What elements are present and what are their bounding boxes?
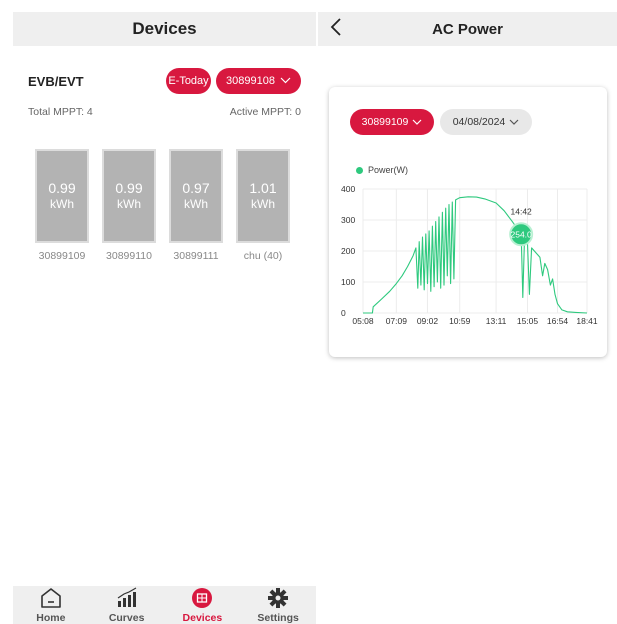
energy-value: 0.99 — [48, 180, 76, 196]
tooltip-value: 254.0 — [511, 229, 533, 239]
etoday-button[interactable]: E-Today — [166, 68, 211, 94]
card-device-id: chu (40) — [243, 250, 283, 262]
power-chart[interactable]: 0 100 200 300 400 05:08 07:09 09:02 10:59 13:11 15… — [329, 87, 607, 357]
chart-card: 30899109 04/08/2024 Power(W) 0 100 200 300 4… — [329, 87, 607, 357]
mppt-row: Total MPPT: 4 Active MPPT: 0 — [28, 106, 301, 118]
chevron-down-icon — [280, 76, 291, 87]
card-device-id: 30899109 — [38, 250, 86, 262]
bottom-tab-bar: Home Curves Devices Settings — [13, 586, 316, 624]
tab-label: Settings — [257, 612, 299, 624]
x-tick-label: 16:54 — [547, 316, 569, 326]
page-title: AC Power — [432, 20, 503, 38]
tab-curves[interactable]: Curves — [92, 586, 162, 624]
energy-value: 0.99 — [115, 180, 143, 196]
tab-home[interactable]: Home — [16, 586, 86, 624]
curves-icon — [114, 586, 140, 610]
energy-value: 1.01 — [249, 180, 277, 196]
energy-unit: kWh — [117, 197, 141, 211]
page-title: Devices — [132, 19, 197, 38]
device-row: EVB/EVT E-Today 30899108 — [28, 68, 301, 94]
energy-unit: kWh — [184, 197, 208, 211]
energy-card[interactable]: 0.97 kWh — [169, 149, 223, 243]
etoday-label: E-Today — [168, 75, 209, 87]
energy-unit: kWh — [251, 197, 275, 211]
x-tick-label: 09:02 — [417, 316, 439, 326]
card-device-id: 30899111 — [173, 250, 219, 262]
serial-select[interactable]: 30899108 — [216, 68, 301, 94]
y-tick-label: 100 — [341, 277, 355, 287]
serial-select-value: 30899108 — [226, 75, 275, 87]
x-tick-label: 18:41 — [576, 316, 598, 326]
tab-label: Curves — [108, 612, 145, 624]
devices-icon — [189, 586, 215, 610]
x-tick-label: 15:05 — [517, 316, 539, 326]
energy-unit: kWh — [50, 197, 74, 211]
tab-settings[interactable]: Settings — [243, 586, 313, 624]
energy-value: 0.97 — [182, 180, 210, 196]
device-name: EVB/EVT — [28, 73, 84, 89]
y-tick-label: 300 — [341, 215, 355, 225]
x-tick-label: 07:09 — [386, 316, 408, 326]
tab-label: Home — [36, 612, 66, 624]
settings-icon — [265, 586, 291, 610]
y-tick-label: 200 — [341, 246, 355, 256]
y-tick-label: 400 — [341, 184, 355, 194]
ac-power-header: AC Power — [318, 12, 617, 46]
devices-header: Devices — [13, 12, 316, 46]
ac-power-screen: AC Power 30899109 04/08/2024 Power(W) 01… — [318, 12, 617, 624]
chevron-left-icon — [330, 17, 342, 42]
total-mppt: Total MPPT: 4 — [28, 106, 93, 118]
x-tick-label: 13:11 — [486, 316, 507, 326]
energy-card[interactable]: 0.99 kWh — [102, 149, 156, 243]
card-device-id: 30899110 — [106, 250, 152, 262]
energy-card[interactable]: 1.01 kWh — [236, 149, 290, 243]
home-icon — [38, 586, 64, 610]
tab-label: Devices — [182, 612, 223, 624]
tooltip-time: 14:42 — [511, 206, 533, 216]
active-mppt: Active MPPT: 0 — [229, 106, 301, 118]
x-tick-label: 10:59 — [449, 316, 471, 326]
y-tick-label: 0 — [341, 308, 346, 318]
tab-devices[interactable]: Devices — [167, 586, 237, 624]
devices-screen: Devices EVB/EVT E-Today 30899108 Total M… — [13, 12, 316, 624]
energy-card[interactable]: 0.99 kWh — [35, 149, 89, 243]
x-tick-label: 05:08 — [352, 316, 374, 326]
back-button[interactable] — [326, 17, 346, 42]
